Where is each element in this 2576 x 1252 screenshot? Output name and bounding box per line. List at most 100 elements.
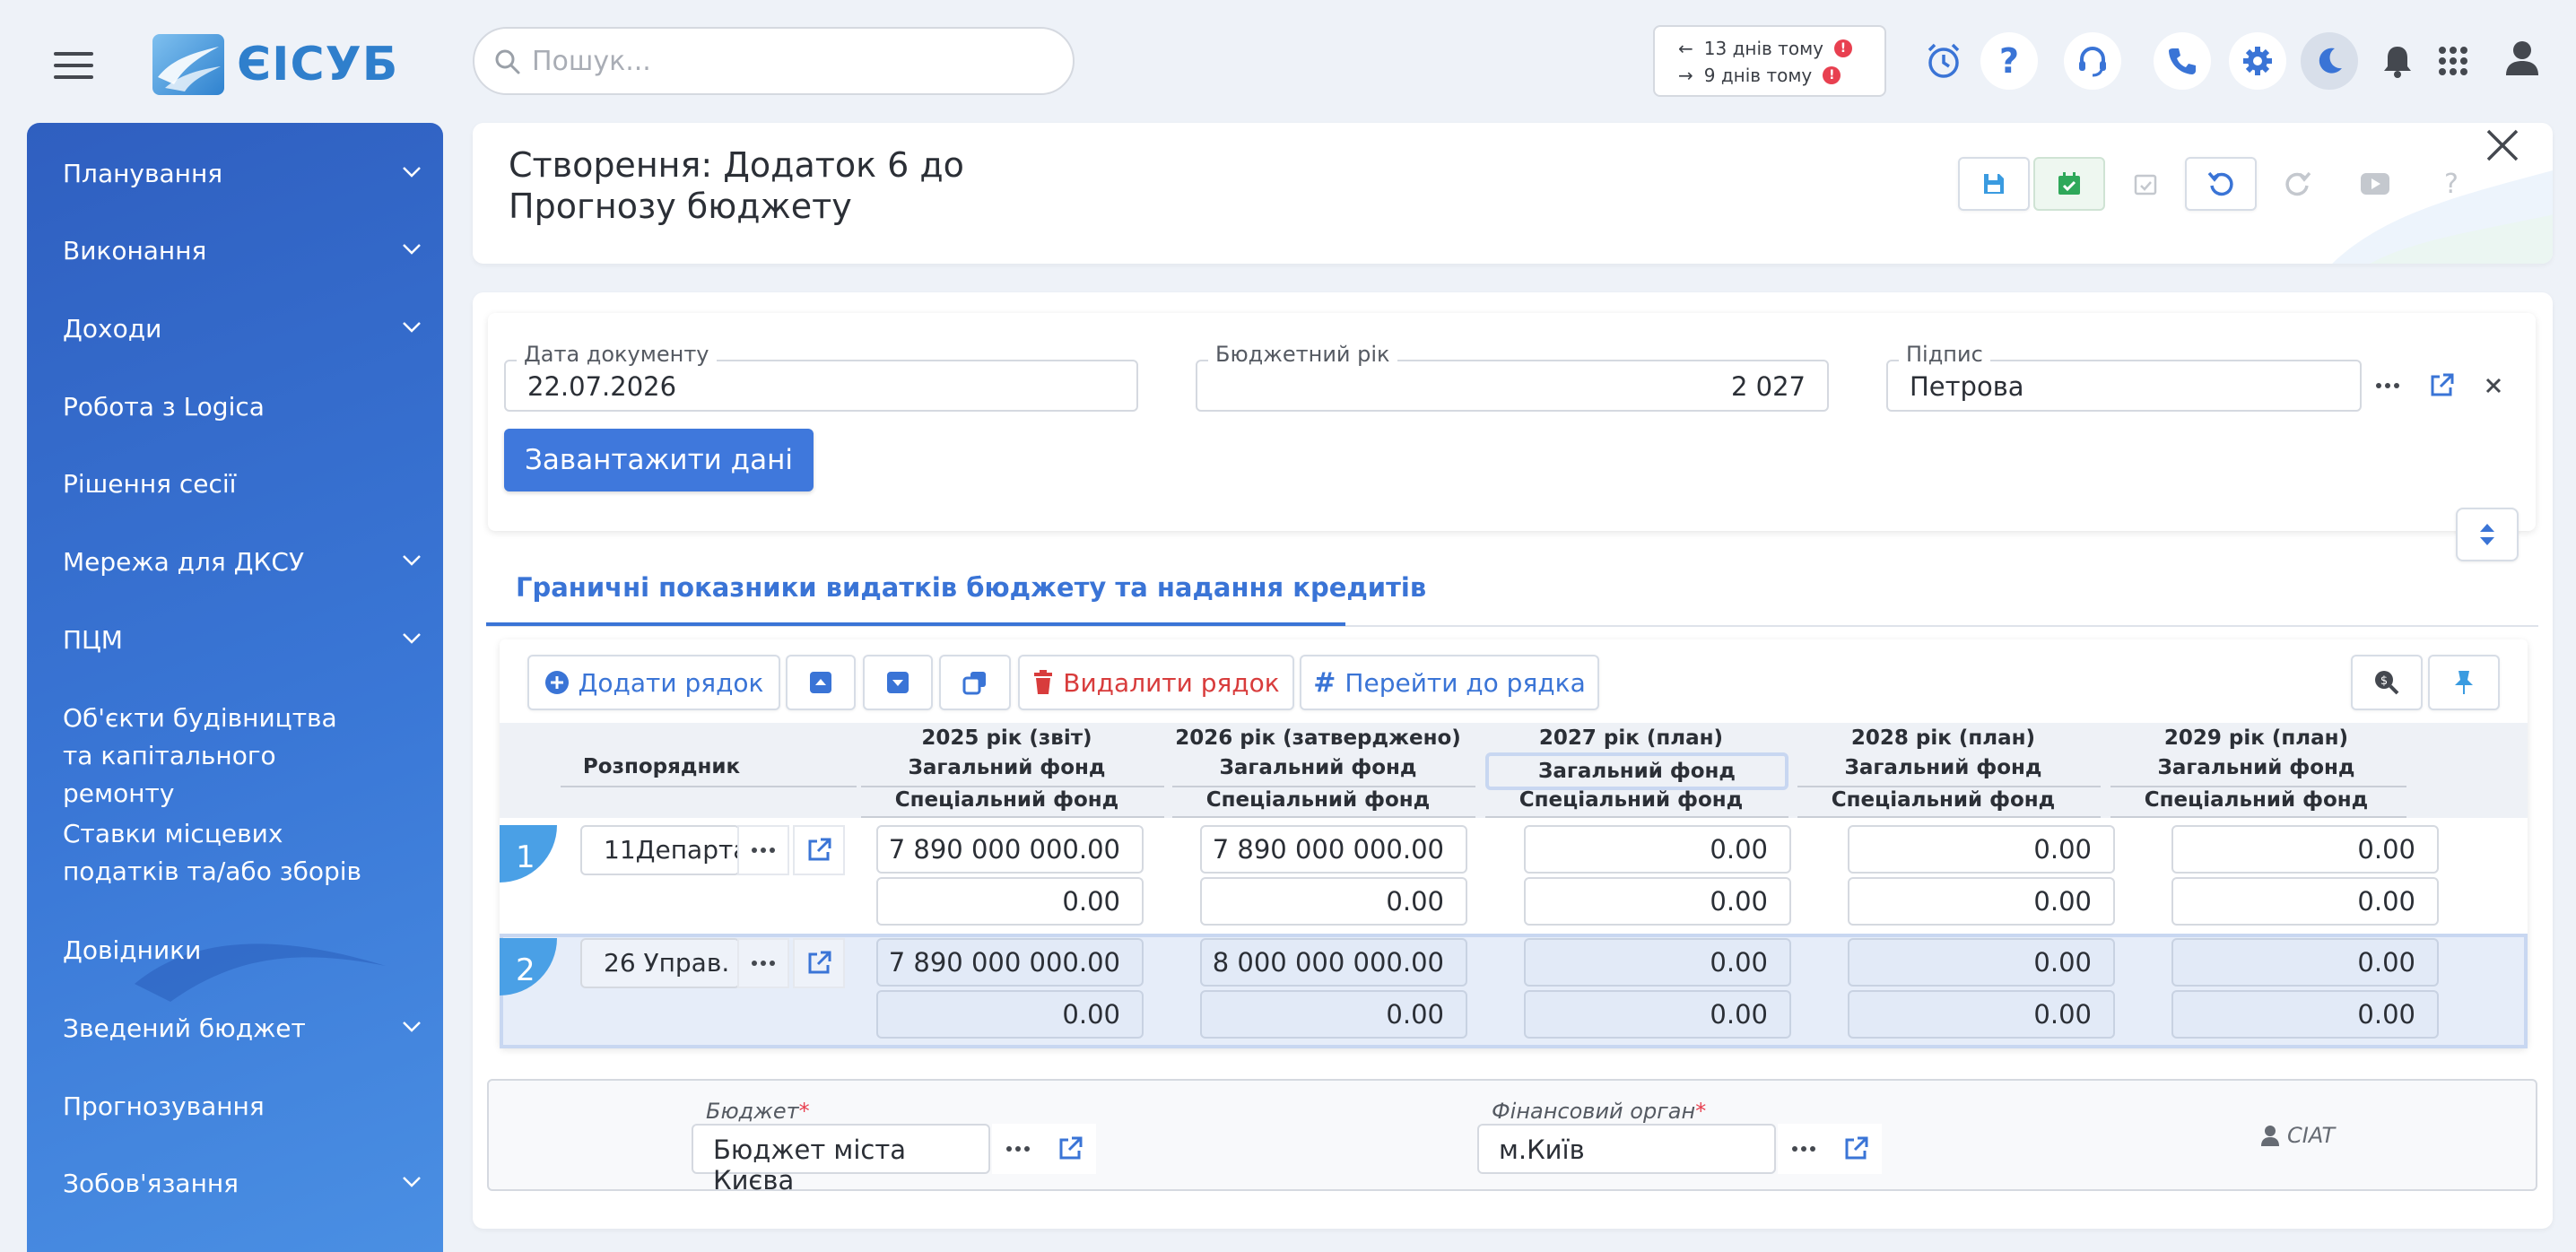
signature-clear-button[interactable] <box>2477 370 2510 402</box>
budget-open-button[interactable] <box>1044 1124 1096 1174</box>
move-up-button[interactable] <box>786 655 856 710</box>
cell-2025-general[interactable]: 7 890 000 000.00 <box>876 825 1144 874</box>
pin-button[interactable] <box>2428 655 2500 710</box>
copy-row-button[interactable] <box>939 655 1011 710</box>
fin-organ-field[interactable]: Фінансовий орган* м.Київ <box>1477 1099 1776 1174</box>
history-back[interactable]: ← 13 днів тому ! <box>1678 36 1852 61</box>
sidebar-item-income[interactable]: Доходи <box>63 310 422 348</box>
gear-icon[interactable] <box>2229 32 2286 90</box>
sidebar-item-consolidated[interactable]: Зведений бюджет <box>63 1010 422 1048</box>
signature-open-button[interactable] <box>2424 370 2459 402</box>
approve-button[interactable] <box>2110 157 2181 211</box>
bell-icon[interactable] <box>2369 32 2426 90</box>
move-down-button[interactable] <box>863 655 933 710</box>
save-approve-button[interactable] <box>2033 157 2105 211</box>
cell-2028-special[interactable]: 0.00 <box>1848 990 2115 1039</box>
signature-more-button[interactable] <box>2368 370 2407 402</box>
sidebar-item-logica[interactable]: Робота з Logica <box>63 388 422 426</box>
phone-icon[interactable] <box>2154 32 2211 90</box>
budget-more-button[interactable] <box>992 1124 1044 1174</box>
cell-2025-general[interactable]: 7 890 000 000.00 <box>876 938 1144 987</box>
column-header-2025-special: Спеціальний фонд <box>894 788 1119 812</box>
sidebar-item-pcm[interactable]: ПЦМ <box>63 622 422 659</box>
cell-2029-general[interactable]: 0.00 <box>2171 825 2439 874</box>
alarm-clock-icon[interactable] <box>1915 32 1972 90</box>
cell-2029-special[interactable]: 0.00 <box>2171 990 2439 1039</box>
chevron-down-icon <box>403 244 421 255</box>
budget-year-field[interactable]: Бюджетний рік 2 027 <box>1196 342 1829 412</box>
sidebar-item-directories[interactable]: Довідники <box>63 932 422 969</box>
document-author: CIAT <box>2260 1123 2335 1148</box>
budget-field[interactable]: Бюджет* Бюджет міста Києва <box>692 1099 990 1195</box>
search-box[interactable] <box>473 27 1075 95</box>
cell-2026-general[interactable]: 7 890 000 000.00 <box>1200 825 1467 874</box>
cell-2026-special[interactable]: 0.00 <box>1200 990 1467 1039</box>
cell-2027-general[interactable]: 0.00 <box>1524 938 1791 987</box>
cell-2028-general[interactable]: 0.00 <box>1848 825 2115 874</box>
chevron-down-icon <box>403 633 421 644</box>
redo-button[interactable] <box>2262 157 2334 211</box>
sidebar-item-forecasting[interactable]: Прогнозування <box>63 1088 422 1126</box>
undo-button[interactable] <box>2185 157 2257 211</box>
close-icon[interactable] <box>2483 126 2522 165</box>
collapse-toggle-button[interactable] <box>2456 508 2519 561</box>
cell-2028-general[interactable]: 0.00 <box>1848 938 2115 987</box>
sidebar-item-construction[interactable]: Об'єкти будівництва та капітального ремо… <box>63 700 368 813</box>
search-grid-button[interactable]: $ <box>2351 655 2423 710</box>
cell-2029-special[interactable]: 0.00 <box>2171 877 2439 926</box>
moon-icon[interactable] <box>2301 32 2358 90</box>
manager-more-button[interactable] <box>737 825 789 875</box>
manager-cell[interactable]: 26 Управ. <box>580 938 740 988</box>
manager-open-button[interactable] <box>793 825 845 875</box>
manager-cell[interactable]: 11Департа <box>580 825 740 875</box>
active-tab-indicator <box>486 622 1345 626</box>
cell-2027-special[interactable]: 0.00 <box>1524 877 1791 926</box>
headset-icon[interactable] <box>2064 32 2121 90</box>
column-header-2027-general[interactable]: Загальний фонд <box>1485 752 1788 790</box>
fin-organ-open-button[interactable] <box>1830 1124 1882 1174</box>
sidebar-item-obligations[interactable]: Зобов'язання <box>63 1165 422 1203</box>
cell-2028-special[interactable]: 0.00 <box>1848 877 2115 926</box>
history-forward[interactable]: → 9 днів тому ! <box>1678 63 1841 88</box>
menu-icon[interactable] <box>54 52 93 79</box>
sidebar-item-session[interactable]: Рішення сесії <box>63 465 422 503</box>
chevron-down-icon <box>403 167 421 178</box>
cell-2026-general[interactable]: 8 000 000 000.00 <box>1200 938 1467 987</box>
row-number: 2 <box>500 938 557 996</box>
column-header-2026-special: Спеціальний фонд <box>1205 788 1431 812</box>
load-data-button[interactable]: Завантажити дані <box>504 429 814 491</box>
cell-2027-special[interactable]: 0.00 <box>1524 990 1791 1039</box>
column-header-2027: 2027 рік (план) <box>1538 726 1724 750</box>
cell-2027-general[interactable]: 0.00 <box>1524 825 1791 874</box>
sidebar-item-tax-rates[interactable]: Ставки місцевих податків та/або зборів <box>63 815 386 891</box>
trash-icon <box>1034 670 1053 694</box>
save-button[interactable] <box>1958 157 2030 211</box>
help-button[interactable]: ? <box>2415 157 2487 211</box>
cell-2025-special[interactable]: 0.00 <box>876 990 1144 1039</box>
video-button[interactable] <box>2339 157 2411 211</box>
help-icon[interactable]: ? <box>1980 32 2038 90</box>
cell-2025-special[interactable]: 0.00 <box>876 877 1144 926</box>
signature-field[interactable]: Підпис Петрова <box>1886 342 2362 412</box>
history-widget[interactable]: ← 13 днів тому ! → 9 днів тому ! <box>1653 25 1886 97</box>
search-input[interactable] <box>530 41 1050 81</box>
sidebar-item-planning[interactable]: Планування <box>63 155 422 193</box>
column-header-2029-special: Спеціальний фонд <box>2144 788 2369 812</box>
tab-spending-limits[interactable]: Граничні показники видатків бюджету та н… <box>516 572 1426 603</box>
user-icon[interactable] <box>2493 29 2551 86</box>
column-header-2028-general: Загальний фонд <box>1844 756 2042 779</box>
manager-open-button[interactable] <box>793 938 845 988</box>
apps-grid-icon[interactable] <box>2424 32 2482 90</box>
add-row-button[interactable]: Додати рядок <box>527 655 780 710</box>
external-link-icon <box>808 838 831 861</box>
sidebar-item-network[interactable]: Мережа для ДКСУ <box>63 543 422 581</box>
fin-organ-more-button[interactable] <box>1778 1124 1830 1174</box>
sidebar-item-execution[interactable]: Виконання <box>63 232 422 270</box>
cell-2026-special[interactable]: 0.00 <box>1200 877 1467 926</box>
chevron-down-icon <box>403 1022 421 1032</box>
manager-more-button[interactable] <box>737 938 789 988</box>
goto-row-button[interactable]: # Перейти до рядка <box>1300 655 1599 710</box>
delete-row-button[interactable]: Видалити рядок <box>1018 655 1294 710</box>
cell-2029-general[interactable]: 0.00 <box>2171 938 2439 987</box>
date-field[interactable]: Дата документу 22.07.2026 <box>504 342 1138 412</box>
